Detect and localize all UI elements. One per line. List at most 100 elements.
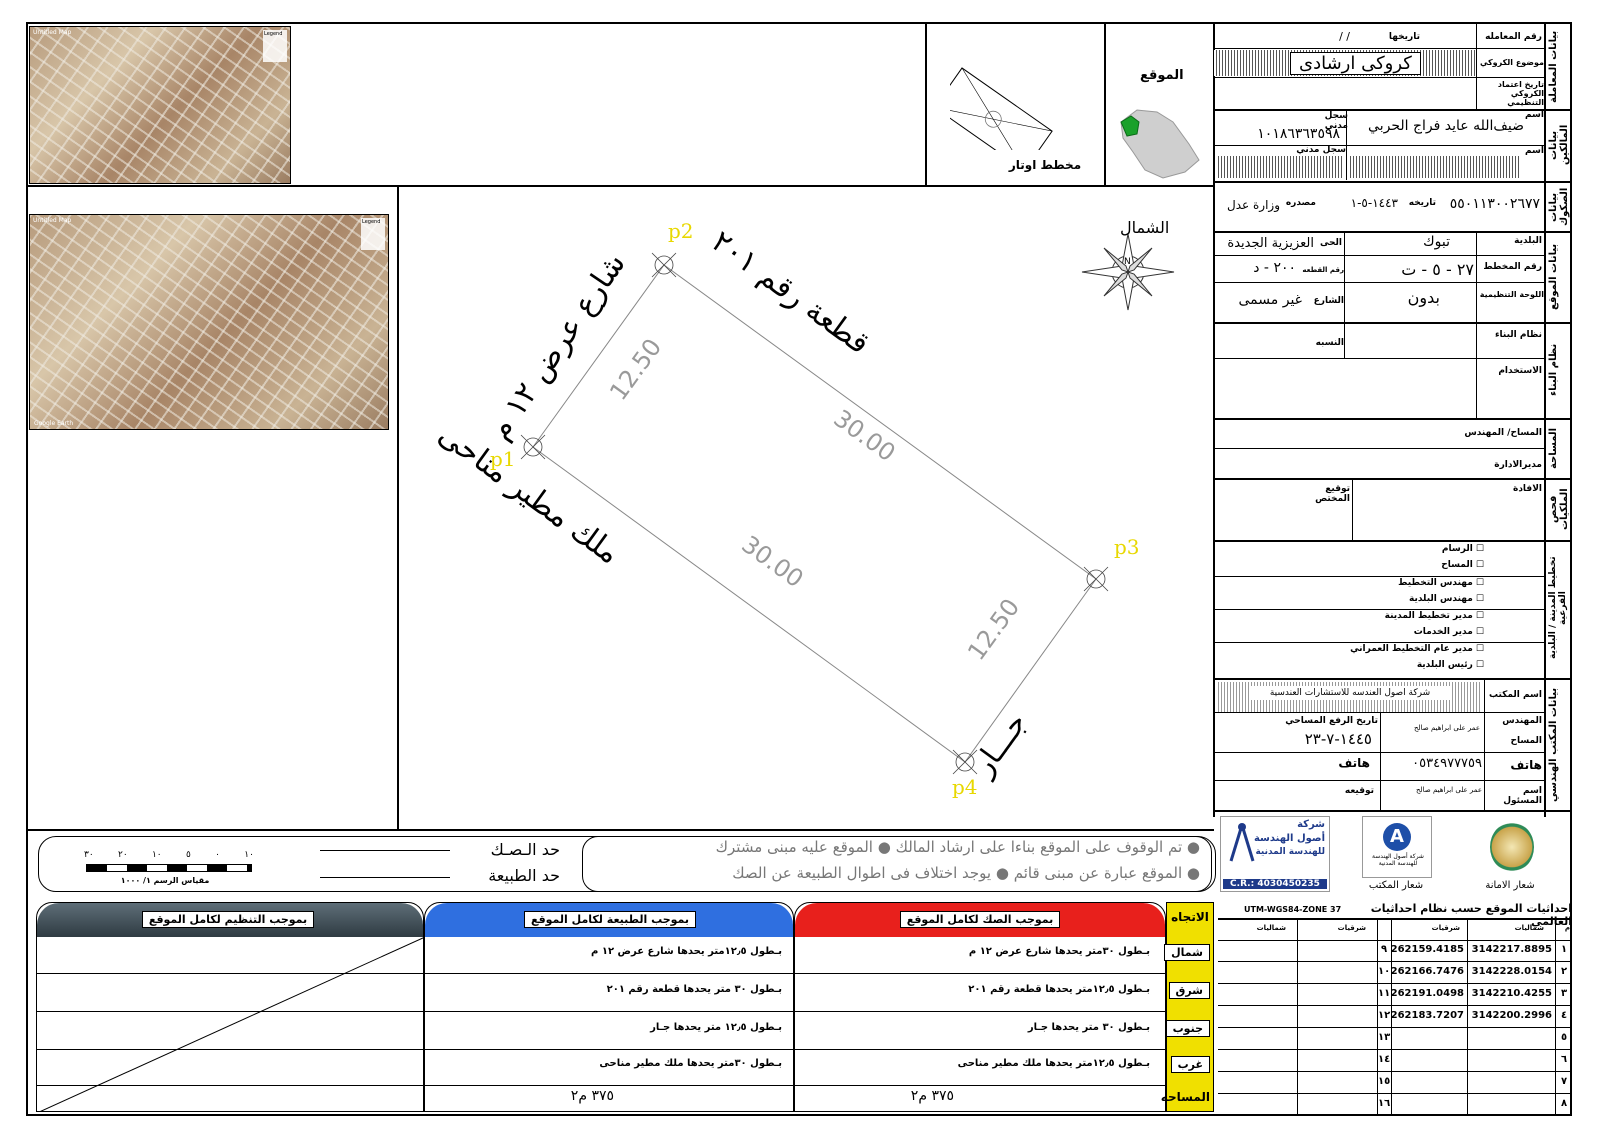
coords-row-east: 262183.7207	[1390, 1010, 1464, 1021]
planning-list: ☐ الرسام ☐ المساح ☐ مهندس التخطيط ☐ مهند…	[1214, 542, 1544, 678]
tab-survey: المساحة	[1548, 427, 1559, 469]
legend-nature-line	[320, 877, 450, 878]
area-label: المساحه	[1160, 1090, 1210, 1104]
owner-name2-hatch	[1348, 156, 1520, 178]
keymap-sketch	[950, 67, 1053, 150]
trans-label-col	[1476, 24, 1477, 110]
legend-nature-border: حد الطبيعة	[488, 866, 560, 885]
loc-district-value: العزيزية الجديدة	[1227, 236, 1314, 251]
tab-deeds: بيانات الصكوك	[1548, 187, 1570, 227]
coords-rows: ١ 3142217.8895 262159.4185 ٩ ٢ 3142228.0154 26…	[1218, 940, 1572, 1116]
survey-manager-label: مديرالادارة	[1494, 460, 1542, 470]
bld-system-label: نظام البناء	[1494, 330, 1542, 340]
survey-row-line	[1214, 448, 1544, 449]
sat-header: Untitled Map	[33, 29, 72, 36]
planning-item[interactable]: ☐ مدير الخدمات	[1414, 627, 1484, 637]
coords-row-number2: ١٣	[1378, 1032, 1391, 1043]
location-panel-divider	[1104, 24, 1106, 185]
office-row-line-1	[1214, 712, 1544, 713]
coords-zone: UTM-WGS84-ZONE 37	[1244, 905, 1342, 914]
point-label-p3: p3	[1114, 535, 1140, 559]
loc-board-label: اللوحة التنظيمية	[1479, 290, 1544, 299]
loc-parcel-label: رقم القطعه	[1302, 266, 1344, 274]
location-label: الموقع	[1140, 68, 1184, 83]
owner-civil2-label: سجل مدني	[1296, 145, 1346, 155]
loc-municipality-label: البلدية	[1514, 236, 1542, 246]
coords-row: ٢ 3142228.0154 262166.7476 ١٠	[1218, 962, 1572, 984]
legend-deed-border: حد الـصـك	[490, 840, 560, 859]
coords-row-north: 3142217.8895	[1471, 944, 1552, 955]
divider-6	[1214, 478, 1572, 480]
office-engineer-label: المهندس	[1502, 716, 1542, 726]
owner-civil2-hatch	[1216, 156, 1344, 178]
label-street: شارع عرض ١٢ م	[482, 247, 632, 446]
coords-col-no: م	[1564, 924, 1570, 932]
loc-municipality-value: تبوك	[1423, 234, 1450, 250]
planning-boundary-col	[36, 902, 424, 1112]
office-phone-value: ٠٥٣٤٩٧٧٧٥٩	[1412, 756, 1482, 771]
note-2: ● الموقع عبارة عن مبنى قائم ● يوجد اختلا…	[732, 864, 1200, 882]
planning-item[interactable]: ☐ المساح	[1441, 560, 1484, 570]
coords-col-north2: شماليات	[1256, 924, 1286, 932]
planning-item[interactable]: ☐ الرسام	[1442, 544, 1484, 554]
coords-row-number: ٣	[1560, 988, 1568, 999]
owner-name-value: ضيف‌الله عايد فراج الحربي	[1368, 118, 1524, 134]
deed-east: بـطول ١٢٫٥متر يحدها قطعة رقم ٢٠١	[968, 984, 1150, 995]
office-brand-line1: شركة	[1297, 819, 1325, 830]
coords-col-north: شماليات	[1514, 924, 1544, 932]
survey-engineer-label: المساح/ المهندس	[1464, 428, 1542, 438]
coords-row-number2: ١٥	[1378, 1076, 1391, 1087]
planning-item[interactable]: ☐ مدير عام التخطيط العمراني	[1350, 644, 1484, 654]
coords-table: م شماليات شرقيات شماليات شرقيات ١ 3142217…	[1218, 918, 1572, 1116]
office-a-logo: A شركة أصول الهندسة للهندسة المدنية	[1362, 816, 1432, 878]
label-parcel: قطعة رقم ٢٠١	[705, 224, 876, 361]
deed-source-value: وزارة عدل	[1227, 198, 1280, 212]
loc-planno-value: ٢٧ - ٥ - ت	[1401, 260, 1474, 279]
planning-item[interactable]: ☐ مدير تخطيط المدينة	[1385, 611, 1484, 621]
scale-label: مقياس الرسم ١/ ١٠٠٠	[120, 876, 210, 885]
amana-logo	[1490, 822, 1534, 872]
deed-south: بـطول ٣٠ متر يحدها جـار	[1027, 1022, 1150, 1033]
drawing-left-divider	[397, 186, 399, 830]
office-responsible-value: عمر على ابراهيم صالح	[1416, 786, 1482, 794]
coords-row-number2: ١٠	[1378, 966, 1391, 977]
planning-item[interactable]: ☐ مهندس البلدية	[1409, 594, 1484, 604]
office-inner-col	[1380, 712, 1381, 810]
coords-row-number2: ١٦	[1378, 1098, 1391, 1109]
office-surveyor-label: المساح	[1510, 736, 1542, 746]
boundary-row: غرب بـطول ١٢٫٥متر يحدها ملك مطير مناحى ب…	[424, 1048, 1214, 1084]
bld-use-label: الاستخدام	[1498, 366, 1542, 376]
loc-parcel-value: ٢٠٠ - د	[1253, 260, 1296, 276]
tab-ownership: فحص الملكيات	[1548, 488, 1570, 530]
drawing-bottom-divider	[28, 829, 1214, 831]
coords-row-east: 262166.7476	[1390, 966, 1464, 977]
direction-east: شرق	[1168, 982, 1210, 999]
planning-item[interactable]: ☐ مهندس التخطيط	[1398, 578, 1484, 588]
saudi-map-icon	[1120, 109, 1200, 179]
scale-bar	[86, 864, 252, 872]
loc-col-line-b	[1344, 232, 1345, 358]
sat-legend: Legend	[263, 30, 287, 62]
office-phone2-label: هاتف	[1338, 756, 1370, 770]
coords-row-number: ٧	[1560, 1076, 1568, 1087]
point-label-p2: p2	[668, 219, 694, 243]
office-signature-label: توقيعه	[1344, 786, 1374, 796]
owner-name2-label: اسم	[1525, 146, 1544, 156]
coords-row-north: 3142200.2996	[1471, 1010, 1552, 1021]
office-brand-logo: شركة أصول الهندسة للهندسة المدنية C.R.: …	[1220, 816, 1330, 892]
coords-row-number: ٨	[1560, 1098, 1568, 1109]
office-date-label: تاريخ الرفع المساحي	[1285, 716, 1378, 726]
planning-item[interactable]: ☐ رئيس البلدية	[1417, 660, 1484, 670]
tab-location: بيانات الموقع	[1548, 243, 1559, 311]
coords-row: ٨ ١٦	[1218, 1094, 1572, 1116]
coords-row-north: 3142210.4255	[1471, 988, 1552, 999]
office-name-label: اسم المكتب	[1488, 690, 1542, 700]
divider-2	[1214, 181, 1572, 183]
coords-row-number: ٢	[1560, 966, 1568, 977]
coords-row: ١ 3142217.8895 262159.4185 ٩	[1218, 940, 1572, 962]
office-name-value: شركة اصول العندسه للاستشارات العندسية	[1250, 686, 1450, 700]
divider-8	[1214, 678, 1572, 680]
dimension-ne: 30.00	[828, 404, 900, 467]
office-logo-caption: شعار المكتب	[1368, 880, 1424, 891]
tab-building: نظام البناء	[1548, 343, 1559, 397]
